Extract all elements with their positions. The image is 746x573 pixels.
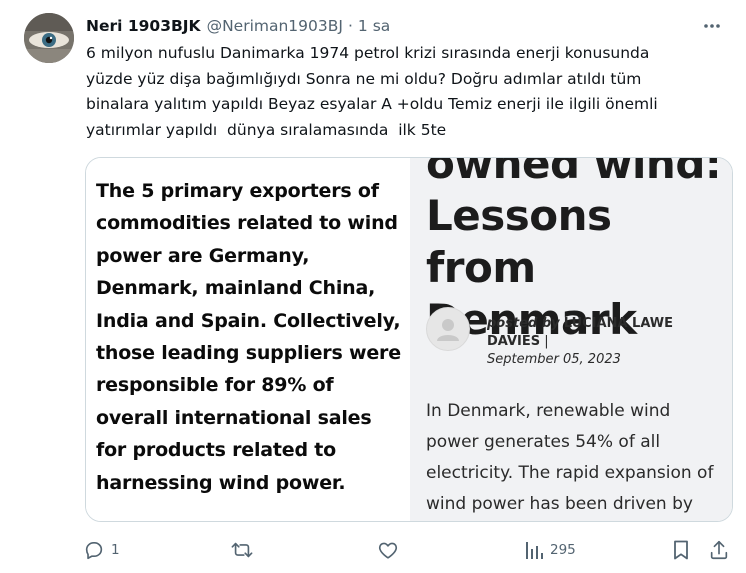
tweet-actions: 1 295 [0, 535, 746, 565]
media-quote-text: The 5 primary exporters of commodities r… [96, 180, 401, 494]
views-count: 295 [550, 542, 576, 558]
article-date: September 05, 2023 [487, 352, 621, 367]
reply-button[interactable]: 1 [83, 535, 120, 565]
views-button[interactable]: 295 [524, 535, 576, 565]
author-handle[interactable]: @Neriman1903BJ [207, 17, 343, 35]
tweet-header: Neri 1903BJK @Neriman1903BJ · 1 sa [86, 15, 726, 37]
share-button[interactable] [708, 535, 730, 565]
posted-by-label: posted by [487, 316, 560, 331]
media-article-panel: owned wind: Lessons from Denmark posted … [410, 158, 732, 521]
tweet-media[interactable]: The 5 primary exporters of commodities r… [85, 157, 733, 522]
author-avatar-icon [426, 307, 470, 351]
separator-dot: · [347, 17, 353, 35]
tweet-timestamp[interactable]: 1 sa [358, 17, 390, 35]
bookmark-icon [671, 539, 691, 561]
like-icon [377, 539, 399, 561]
tweet-text: 6 milyon nufuslu Danimarka 1974 petrol k… [86, 44, 658, 139]
article-byline: posted by LUCIANA LAWE DAVIES | Septembe… [487, 315, 717, 369]
byline-separator: | [544, 334, 549, 349]
author-name[interactable]: Neri 1903BJK [86, 17, 201, 35]
retweet-button[interactable] [230, 535, 260, 565]
retweet-icon [230, 539, 254, 561]
bookmark-button[interactable] [671, 535, 691, 565]
share-icon [708, 539, 730, 561]
reply-count: 1 [111, 542, 120, 558]
views-icon [524, 539, 544, 561]
article-body: In Denmark, renewable wind power generat… [426, 401, 714, 514]
reply-icon [83, 539, 105, 561]
more-icon[interactable] [698, 13, 726, 39]
avatar[interactable] [24, 13, 74, 63]
like-button[interactable] [377, 535, 405, 565]
media-left-panel: The 5 primary exporters of commodities r… [86, 158, 409, 521]
